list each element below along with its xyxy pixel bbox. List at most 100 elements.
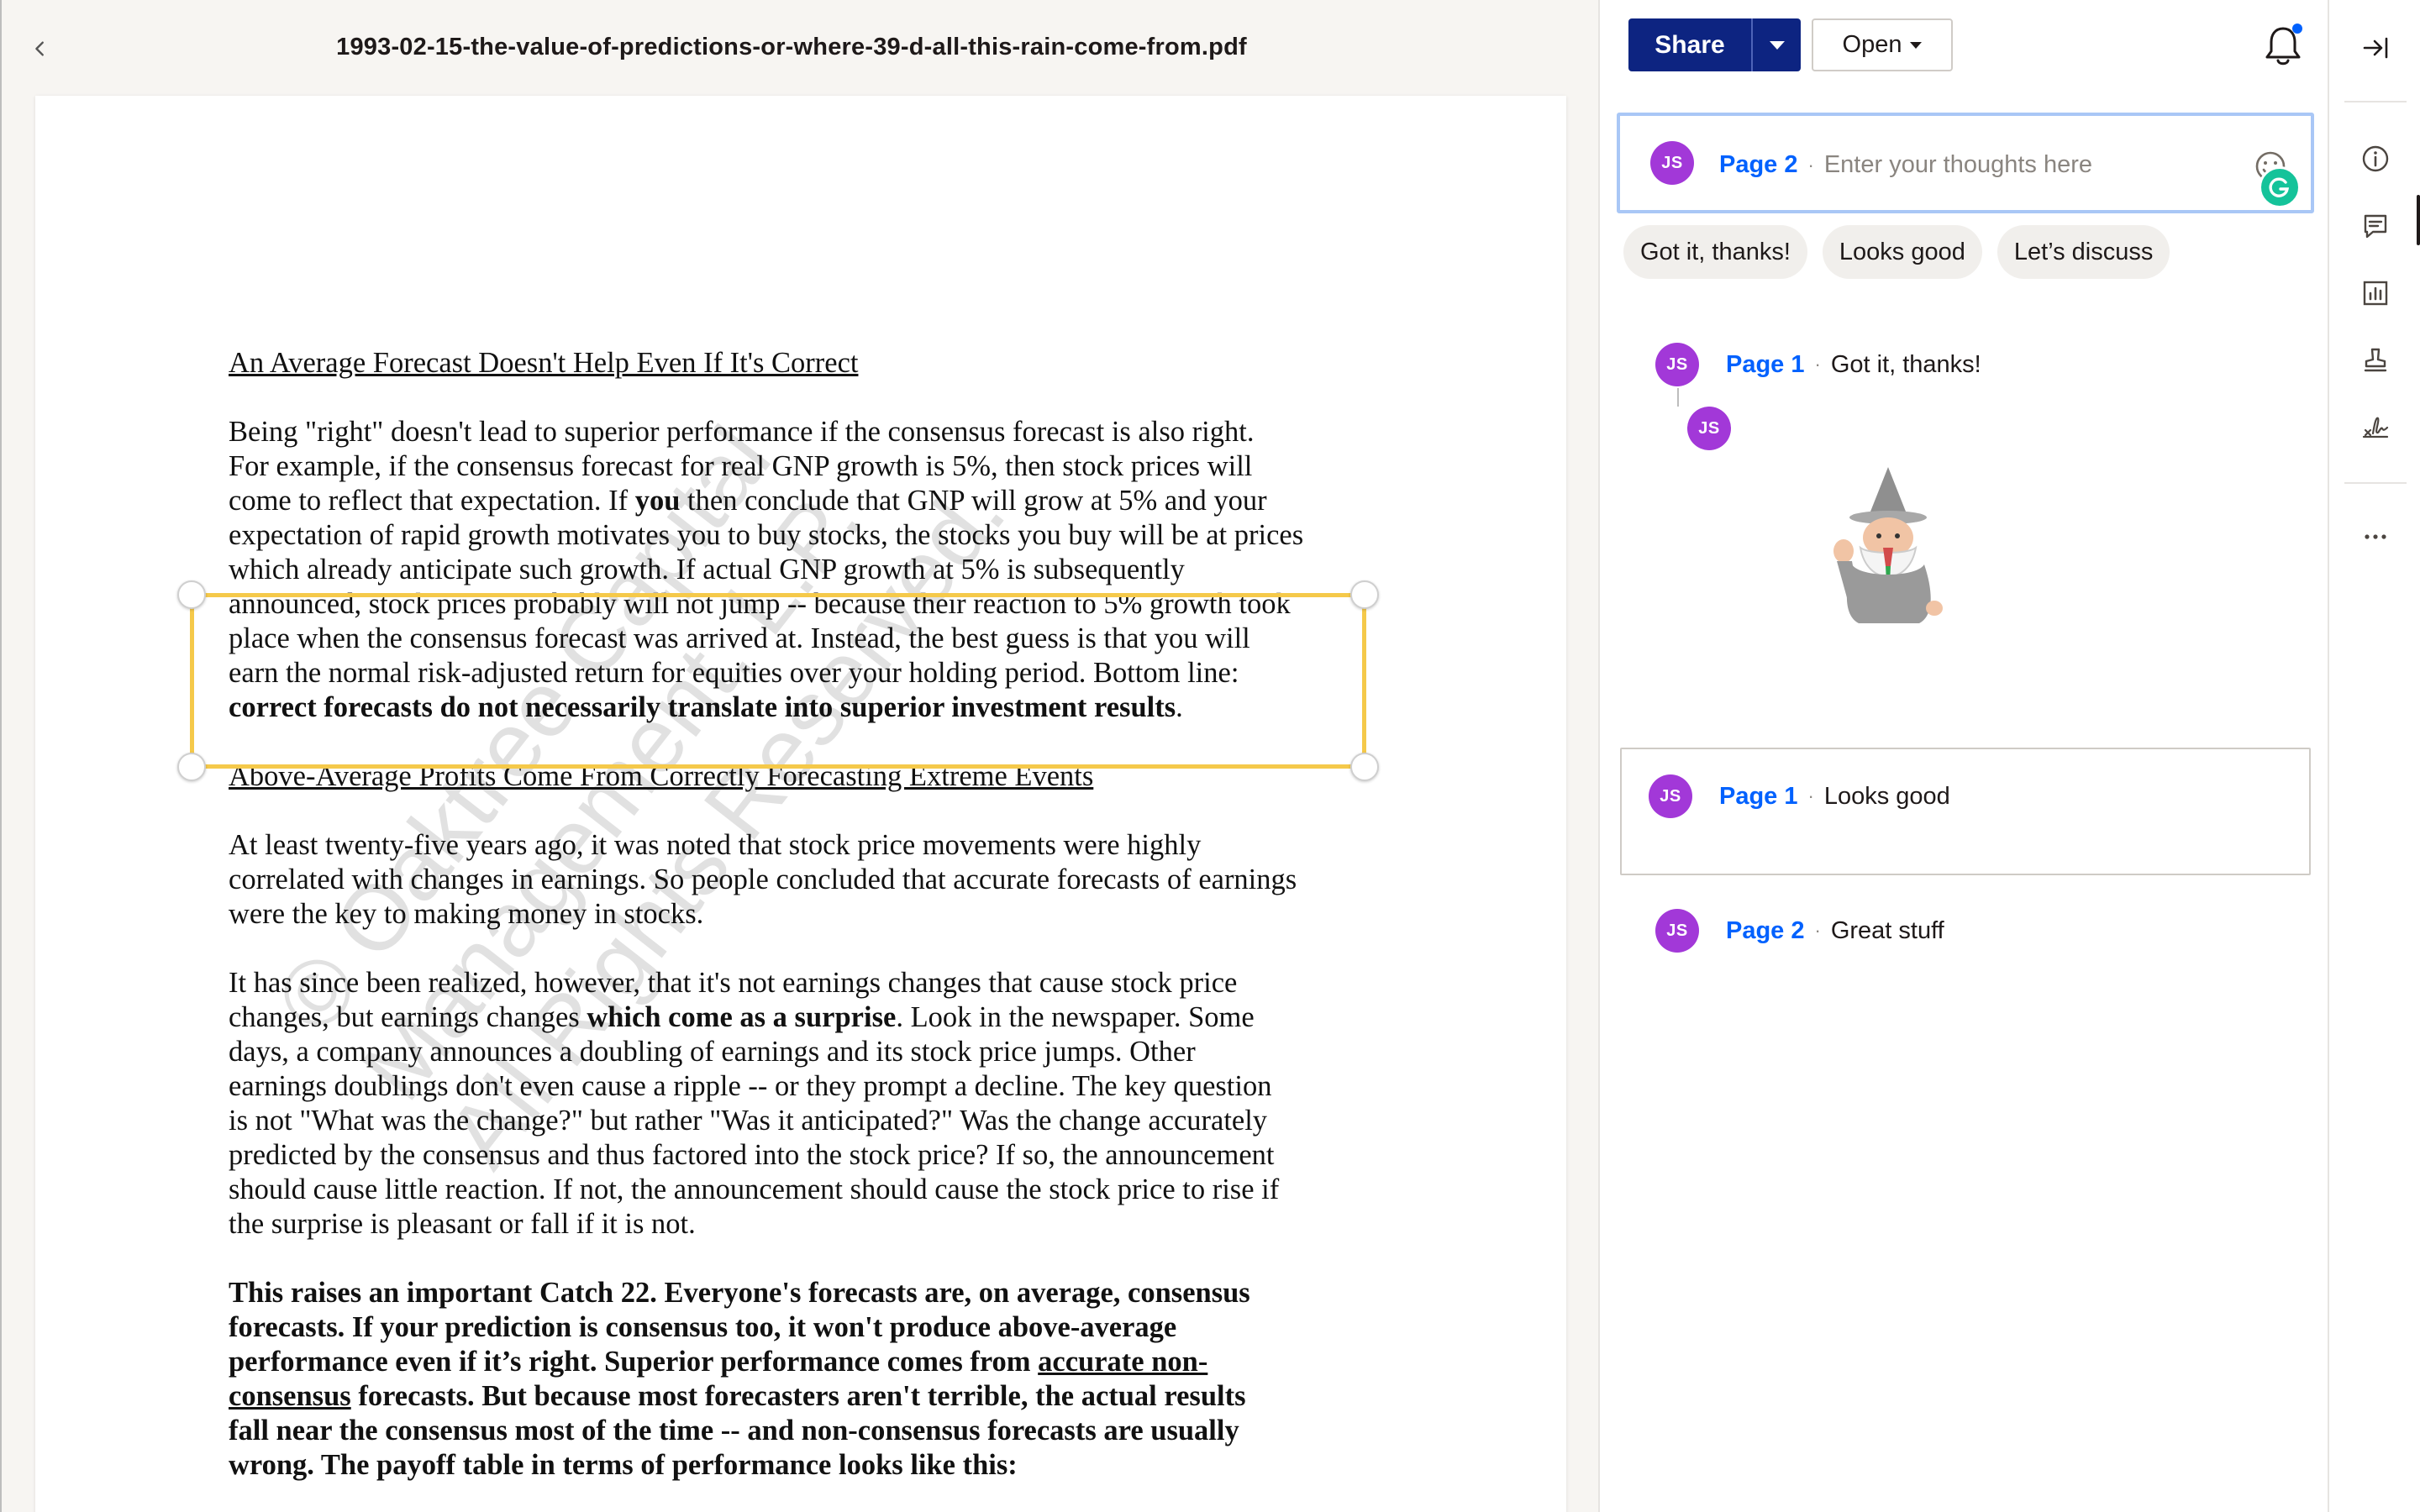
text-line: were the key to making money in stocks. <box>229 898 704 930</box>
text-line: This raises an important Catch 22. Every… <box>229 1277 1250 1309</box>
open-button-label: Open <box>1842 31 1902 58</box>
pdf-page[interactable]: © Oaktree Capital Management, L.P. All R… <box>35 96 1566 1512</box>
right-rail <box>2328 0 2420 1512</box>
text-line: which already anticipate such growth. If… <box>229 554 1185 585</box>
quick-reply-chip[interactable]: Looks good <box>1822 225 1982 279</box>
text-run-bold: which come as a surprise <box>587 1001 897 1033</box>
grammarly-button[interactable] <box>2259 166 2301 208</box>
text-run: changes, but earnings changes <box>229 1001 587 1033</box>
stamp-icon <box>2364 348 2387 372</box>
page-link[interactable]: Page 2 <box>1719 151 1798 179</box>
resize-handle-top-left[interactable] <box>177 580 206 609</box>
reply-avatar: JS <box>1687 407 1731 450</box>
resize-handle-bottom-left[interactable] <box>177 753 206 781</box>
comment-text: Great stuff <box>1830 916 1944 944</box>
comment-composer[interactable]: JS Page 2 · <box>1617 113 2314 213</box>
text-line: is not "What was the change?" but rather… <box>229 1105 1268 1137</box>
rail-active-indicator <box>2417 195 2420 245</box>
text-line: At least twenty-five years ago, it was n… <box>229 829 1202 861</box>
text-run: then conclude that GNP will grow at 5% a… <box>680 485 1267 517</box>
comments-button[interactable] <box>2353 203 2398 249</box>
quick-reply-chip[interactable]: Got it, thanks! <box>1623 225 1807 279</box>
rail-divider <box>2344 101 2407 102</box>
more-button[interactable] <box>2353 514 2398 559</box>
share-button[interactable]: Share <box>1628 18 1751 71</box>
thread-connector <box>1677 388 1679 407</box>
stamp-button[interactable] <box>2353 338 2398 383</box>
text-line: predicted by the consensus and thus fact… <box>229 1139 1275 1171</box>
info-icon <box>2362 145 2389 172</box>
document-pane: 1993-02-15-the-value-of-predictions-or-w… <box>0 0 1598 1512</box>
page-link[interactable]: Page 1 <box>1726 351 1805 379</box>
comment-thread-selected[interactable]: JS Page 1 · Looks good <box>1620 748 2311 875</box>
comment-text: Looks good <box>1823 782 1950 810</box>
text-line: consensus forecasts. But because most fo… <box>229 1379 1405 1414</box>
resize-handle-top-right[interactable] <box>1350 580 1379 609</box>
page-link[interactable]: Page 1 <box>1719 783 1798 811</box>
collapse-panel-button[interactable] <box>2353 25 2398 71</box>
avatar: JS <box>1650 141 1694 185</box>
section-heading: An Average Forecast Doesn't Help Even If… <box>229 347 859 379</box>
composer-row: Page 2 · <box>1719 151 2244 179</box>
separator-dot: · <box>1814 354 1821 375</box>
avatar: JS <box>1649 774 1692 818</box>
comment-text: Got it, thanks! <box>1830 350 1981 378</box>
text-line: wrong. The payoff table in terms of perf… <box>229 1449 1018 1481</box>
text-run-underlined: consensus <box>229 1380 351 1412</box>
text-run: performance even if it’s right. Superior… <box>229 1346 1039 1378</box>
comment-thread[interactable]: JS Page 1 · Got it, thanks! JS <box>1623 343 2312 763</box>
paragraph: It has since been realized, however, tha… <box>229 966 1405 1242</box>
text-line: changes, but earnings changes which come… <box>229 1000 1405 1035</box>
text-line: the surprise is pleasant or fall if it i… <box>229 1208 696 1240</box>
paragraph-bold: This raises an important Catch 22. Every… <box>229 1276 1405 1483</box>
comment-thread[interactable]: JS Page 2 · Great stuff <box>1623 909 2312 953</box>
text-line: performance even if it’s right. Superior… <box>229 1345 1405 1379</box>
notification-dot <box>2292 24 2302 34</box>
comment-row: JS Page 2 · Great stuff <box>1623 909 2312 953</box>
paragraph: At least twenty-five years ago, it was n… <box>229 828 1405 932</box>
text-line: earnings doublings don't even cause a ri… <box>229 1070 1272 1102</box>
caret-down-icon <box>1769 40 1785 50</box>
text-line: come to reflect that expectation. If you… <box>229 484 1405 518</box>
text-run: . Look in the newspaper. Some <box>896 1001 1255 1033</box>
back-button[interactable] <box>24 32 57 66</box>
notifications-button[interactable] <box>2262 24 2304 69</box>
text-line: correlated with changes in earnings. So … <box>229 864 1297 895</box>
avatar: JS <box>1655 909 1699 953</box>
chart-icon <box>2363 281 2388 306</box>
info-button[interactable] <box>2353 136 2398 181</box>
grammarly-icon <box>2269 177 2290 197</box>
wizard-illustration <box>1833 467 1943 623</box>
text-line: It has since been realized, however, tha… <box>229 967 1238 999</box>
share-dropdown-button[interactable] <box>1751 18 1801 71</box>
open-button[interactable]: Open <box>1812 18 1953 71</box>
share-button-group: Share <box>1628 18 1801 71</box>
signature-button[interactable] <box>2353 405 2398 450</box>
text-line: fall near the consensus most of the time… <box>229 1415 1239 1446</box>
separator-dot: · <box>1807 785 1814 806</box>
quick-reply-chip[interactable]: Let’s discuss <box>1996 225 2170 279</box>
text-run: forecasts. But because most forecasters … <box>350 1380 1246 1412</box>
chevron-left-icon <box>35 41 44 56</box>
comments-pane: Share Open JS Page 2 · Enter your though… <box>1598 0 2328 1512</box>
text-run-underlined: accurate non- <box>1038 1346 1208 1378</box>
comment-row: JS Page 1 · Got it, thanks! <box>1623 343 2312 386</box>
caret-down-icon <box>1910 41 1923 49</box>
avatar: JS <box>1655 343 1699 386</box>
signature-icon <box>2362 417 2389 438</box>
separator-dot: · <box>1814 920 1821 941</box>
text-line: days, a company announces a doubling of … <box>229 1036 1196 1068</box>
collapse-panel-icon <box>2363 37 2388 59</box>
text-line: Being "right" doesn't lead to superior p… <box>229 416 1255 448</box>
page-link[interactable]: Page 2 <box>1726 917 1805 945</box>
text-run: come to reflect that expectation. If <box>229 485 635 517</box>
insights-button[interactable] <box>2353 270 2398 316</box>
resize-handle-bottom-right[interactable] <box>1350 753 1379 781</box>
quick-replies: Got it, thanks! Looks good Let’s discuss <box>1623 225 2170 279</box>
rail-divider <box>2344 482 2407 484</box>
document-title: 1993-02-15-the-value-of-predictions-or-w… <box>336 34 1247 60</box>
comment-input[interactable] <box>1823 151 2244 179</box>
separator-dot: · <box>1807 154 1814 176</box>
text-line: forecasts. If your prediction is consens… <box>229 1311 1177 1343</box>
highlight-annotation[interactable] <box>177 580 1379 781</box>
